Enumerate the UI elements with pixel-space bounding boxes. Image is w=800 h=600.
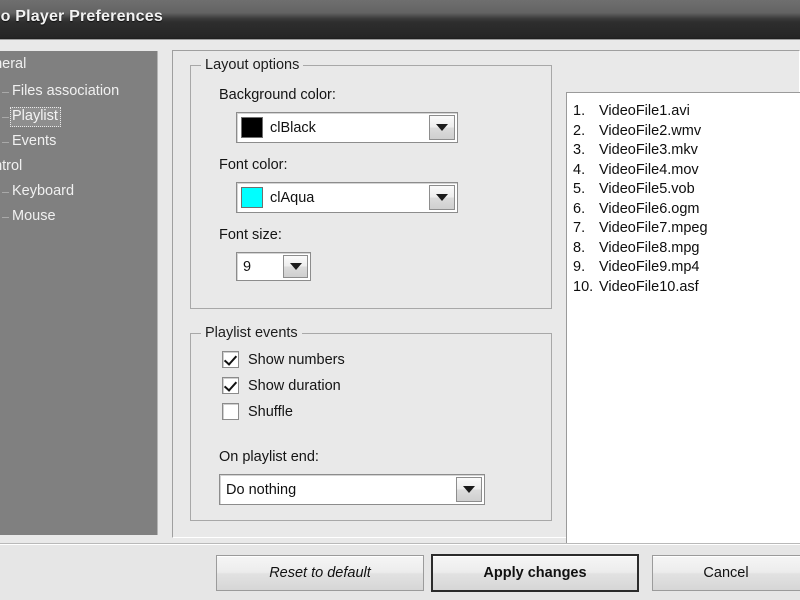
- show-duration-checkbox[interactable]: [222, 377, 239, 394]
- sidebar-item-keyboard[interactable]: Keyboard: [10, 182, 77, 202]
- reset-to-default-label: Reset to default: [269, 565, 371, 581]
- font-color-dropdown-button[interactable]: [429, 185, 455, 210]
- sidebar-item-label: Keyboard: [12, 183, 75, 199]
- font-color-label: Font color:: [219, 157, 288, 173]
- layout-options-title: Layout options: [201, 57, 304, 73]
- on-playlist-end-value: Do nothing: [226, 481, 297, 498]
- cancel-button[interactable]: Cancel: [652, 555, 800, 591]
- font-size-combo[interactable]: 9: [236, 252, 311, 281]
- font-size-label: Font size:: [219, 227, 282, 243]
- background-color-swatch-icon: [241, 117, 263, 138]
- list-item-number: 9.: [573, 259, 586, 275]
- list-item-number: 8.: [573, 239, 586, 256]
- chevron-down-icon: [436, 194, 448, 201]
- tree-connector-icon: [2, 117, 9, 118]
- list-item[interactable]: 5. VideoFile5.vob: [573, 180, 800, 200]
- playlist-preview-listbox[interactable]: 1. VideoFile1.avi 2. VideoFile2.wmv 3. V…: [566, 92, 800, 557]
- list-item[interactable]: 8. VideoFile8.mpg: [573, 239, 800, 259]
- sidebar-item-playlist[interactable]: Playlist: [10, 107, 61, 127]
- font-size-value: 9: [243, 258, 252, 275]
- font-color-value: clAqua: [270, 189, 315, 206]
- sidebar-item-events[interactable]: Events: [10, 132, 59, 152]
- background-color-dropdown-button[interactable]: [429, 115, 455, 140]
- list-item[interactable]: 7. VideoFile7.mpeg: [573, 219, 800, 239]
- list-item[interactable]: 2. VideoFile2.wmv: [573, 122, 800, 142]
- sidebar-item-label: ontrol: [0, 158, 23, 174]
- list-item-number: 7.: [573, 220, 586, 236]
- chevron-down-icon: [436, 124, 448, 131]
- shuffle-label: Shuffle: [248, 403, 293, 420]
- list-item[interactable]: 6. VideoFile6.ogm: [573, 200, 800, 220]
- list-item-number: 2.: [573, 122, 586, 139]
- list-item-number: 4.: [573, 161, 586, 178]
- shuffle-checkbox[interactable]: [222, 403, 239, 420]
- sidebar-item-label: eneral: [0, 56, 27, 72]
- show-duration-label: Show duration: [248, 377, 341, 394]
- list-item-number: 6.: [573, 200, 586, 217]
- list-item-name: VideoFile2.wmv: [599, 122, 702, 139]
- list-item-name: VideoFile3.mkv: [599, 142, 698, 158]
- background-color-value: clBlack: [270, 119, 316, 136]
- tree-connector-icon: [2, 92, 9, 93]
- sidebar-item-mouse[interactable]: Mouse: [10, 207, 59, 227]
- chevron-down-icon: [463, 486, 475, 493]
- show-duration-checkbox-row[interactable]: Show duration: [222, 377, 341, 394]
- list-item-number: 5.: [573, 181, 586, 197]
- list-item[interactable]: 3. VideoFile3.mkv: [573, 141, 800, 161]
- sidebar-item-label: Playlist: [12, 108, 58, 124]
- list-item-name: VideoFile8.mpg: [599, 239, 700, 256]
- playlist-events-group: Playlist events Show numbers Show durati…: [190, 325, 552, 521]
- list-item[interactable]: 9. VideoFile9.mp4: [573, 258, 800, 278]
- playlist-events-title: Playlist events: [201, 325, 302, 341]
- show-numbers-checkbox[interactable]: [222, 351, 239, 368]
- dialog-body: eneral Files association Playlist Events…: [0, 40, 800, 600]
- apply-changes-label: Apply changes: [483, 565, 587, 581]
- layout-options-group: Layout options Background color: clBlack…: [190, 57, 552, 309]
- list-item-name: VideoFile1.avi: [599, 103, 690, 119]
- settings-category-tree[interactable]: eneral Files association Playlist Events…: [0, 51, 158, 535]
- sidebar-item-control[interactable]: ontrol: [0, 157, 25, 177]
- apply-changes-button[interactable]: Apply changes: [431, 554, 639, 592]
- list-item-name: VideoFile6.ogm: [599, 200, 700, 217]
- list-item[interactable]: 1. VideoFile1.avi: [573, 102, 800, 122]
- shuffle-checkbox-row[interactable]: Shuffle: [222, 403, 293, 420]
- preferences-dialog: loo Player Preferences eneral Files asso…: [0, 0, 800, 600]
- list-item[interactable]: 4. VideoFile4.mov: [573, 161, 800, 181]
- tree-connector-icon: [2, 192, 9, 193]
- sidebar-item-label: Mouse: [12, 208, 56, 224]
- list-item-name: VideoFile4.mov: [599, 161, 699, 178]
- font-size-dropdown-button[interactable]: [283, 255, 308, 278]
- window-title: loo Player Preferences: [0, 8, 163, 25]
- list-item[interactable]: 10. VideoFile10.asf: [573, 278, 800, 298]
- tree-connector-icon: [2, 217, 9, 218]
- list-item-name: VideoFile5.vob: [599, 181, 695, 197]
- font-color-swatch-icon: [241, 187, 263, 208]
- background-color-label: Background color:: [219, 87, 336, 103]
- tree-connector-icon: [2, 142, 9, 143]
- on-playlist-end-dropdown-button[interactable]: [456, 477, 482, 502]
- on-playlist-end-combo[interactable]: Do nothing: [219, 474, 485, 505]
- show-numbers-checkbox-row[interactable]: Show numbers: [222, 351, 345, 368]
- reset-to-default-button[interactable]: Reset to default: [216, 555, 424, 591]
- background-color-combo[interactable]: clBlack: [236, 112, 458, 143]
- list-item-number: 3.: [573, 142, 586, 158]
- font-color-combo[interactable]: clAqua: [236, 182, 458, 213]
- cancel-label: Cancel: [703, 565, 749, 581]
- list-item-name: VideoFile9.mp4: [599, 259, 700, 275]
- show-numbers-label: Show numbers: [248, 351, 345, 368]
- sidebar-item-files-association[interactable]: Files association: [10, 82, 122, 102]
- sidebar-item-label: Files association: [12, 83, 120, 99]
- dialog-button-bar: Reset to default Apply changes Cancel: [0, 544, 800, 600]
- list-item-name: VideoFile7.mpeg: [599, 220, 708, 236]
- list-item-number: 10.: [573, 278, 594, 295]
- sidebar-item-general[interactable]: eneral: [0, 55, 29, 75]
- on-playlist-end-label: On playlist end:: [219, 449, 319, 465]
- chevron-down-icon: [289, 263, 302, 270]
- list-item-number: 1.: [573, 103, 586, 119]
- list-item-name: VideoFile10.asf: [599, 278, 699, 295]
- sidebar-item-label: Events: [12, 133, 57, 149]
- window-titlebar[interactable]: loo Player Preferences: [0, 0, 800, 40]
